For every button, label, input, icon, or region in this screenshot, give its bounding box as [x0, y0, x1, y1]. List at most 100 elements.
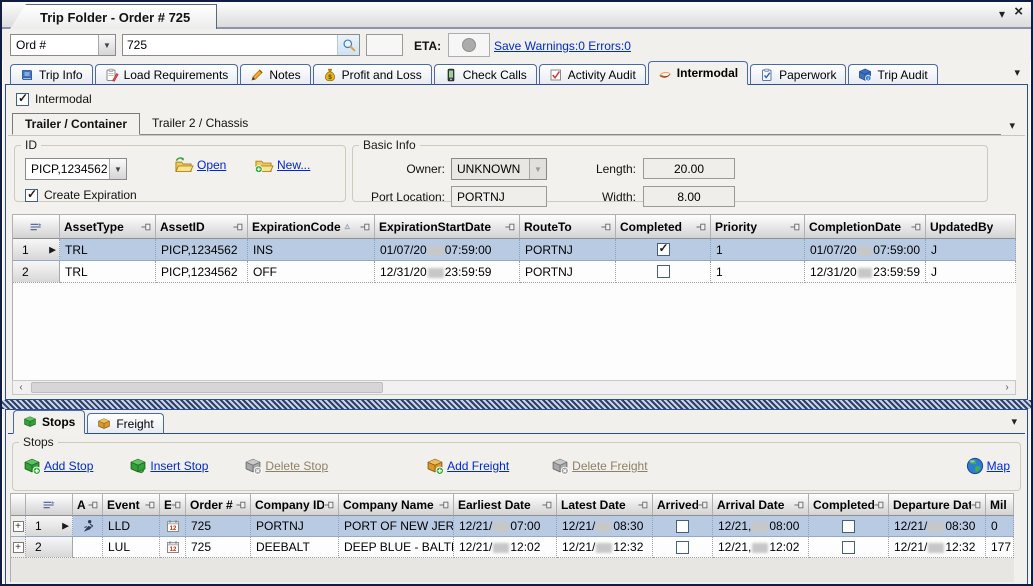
column-header-mil[interactable]: Mil	[986, 494, 1014, 516]
window-title-tab[interactable]: Trip Folder - Order # 725	[10, 4, 217, 29]
new-link[interactable]: New...	[277, 158, 310, 172]
pin-icon[interactable]	[696, 222, 706, 232]
pin-icon[interactable]	[874, 500, 884, 510]
intermodal-checkbox-row[interactable]: Intermodal	[16, 92, 92, 106]
column-header-e[interactable]: E	[160, 494, 186, 516]
column-header-priority[interactable]: Priority	[711, 215, 805, 239]
tab-activity-audit[interactable]: Activity Audit	[539, 64, 646, 85]
column-header-a[interactable]: A	[73, 494, 103, 516]
add-stop-link[interactable]: Add Stop	[44, 459, 93, 473]
completed-checkbox[interactable]	[657, 243, 670, 256]
scrollbar-thumb[interactable]	[31, 382, 383, 393]
order-number-input[interactable]	[123, 35, 337, 55]
chevron-down-icon[interactable]: ▼	[109, 159, 126, 179]
tab-overflow-icon[interactable]: ▾	[1011, 415, 1017, 428]
tab-stops[interactable]: Stops	[13, 410, 85, 434]
owner-select[interactable]: UNKNOWN ▼	[451, 158, 547, 180]
pin-icon[interactable]	[638, 500, 648, 510]
pin-icon[interactable]	[236, 500, 246, 510]
column-header-latest-date[interactable]: Latest Date	[557, 494, 653, 516]
tab-freight[interactable]: Freight	[87, 413, 163, 434]
column-header-expirationcode[interactable]: ExpirationCode▵	[248, 215, 375, 239]
tab-paperwork[interactable]: Paperwork	[750, 64, 846, 85]
search-button[interactable]	[337, 35, 359, 55]
column-header-company-name[interactable]: Company Name	[339, 494, 454, 516]
completed-checkbox[interactable]	[842, 541, 855, 554]
table-row[interactable]: +1▶LLD12725PORTNJPORT OF NEW JERSY12/21/…	[11, 516, 1014, 537]
horizontal-scrollbar[interactable]: ‹ ›	[12, 380, 1016, 395]
add-stop-button[interactable]: Add Stop	[23, 457, 93, 475]
column-header-routeto[interactable]: RouteTo	[520, 215, 616, 239]
scroll-right-icon[interactable]: ›	[999, 381, 1015, 394]
open-link[interactable]: Open	[197, 158, 226, 172]
add-freight-button[interactable]: Add Freight	[426, 457, 509, 475]
port-location-field[interactable]: PORTNJ	[451, 186, 547, 207]
pin-icon[interactable]	[542, 500, 552, 510]
pin-icon[interactable]	[505, 222, 515, 232]
completed-checkbox[interactable]	[842, 520, 855, 533]
column-header-completed[interactable]: Completed	[809, 494, 889, 516]
pin-icon[interactable]	[145, 500, 155, 510]
grid-corner-header[interactable]	[13, 215, 60, 239]
table-row[interactable]: +2LUL12725DEEBALTDEEP BLUE - BALTI...12/…	[11, 537, 1014, 558]
tab-load-requirements[interactable]: Load Requirements	[95, 64, 239, 85]
container-id-select[interactable]: PICP,1234562 ▼	[25, 158, 127, 180]
pin-icon[interactable]	[971, 500, 981, 510]
column-header-assetid[interactable]: AssetID	[156, 215, 248, 239]
map-link[interactable]: Map	[987, 459, 1010, 473]
row-selector[interactable]: 1▶	[13, 239, 60, 261]
grid-corner-header[interactable]	[26, 494, 73, 516]
width-field[interactable]: 8.00	[643, 186, 735, 207]
scroll-left-icon[interactable]: ‹	[13, 381, 29, 394]
window-menu-icon[interactable]: ▾	[999, 7, 1005, 21]
table-row[interactable]: 2TRLPICP,1234562OFF12/31/20 23:59:59PORT…	[13, 261, 1016, 283]
tab-notes[interactable]: Notes	[240, 64, 310, 85]
tab-trailer-2-chassis[interactable]: Trailer 2 / Chassis	[140, 113, 260, 135]
create-expiration-row[interactable]: Create Expiration	[25, 188, 137, 202]
tab-profit-and-loss[interactable]: $Profit and Loss	[313, 64, 432, 85]
insert-stop-link[interactable]: Insert Stop	[150, 459, 208, 473]
column-header-earliest-date[interactable]: Earliest Date	[454, 494, 557, 516]
arrived-checkbox[interactable]	[676, 520, 689, 533]
pin-icon[interactable]	[601, 222, 611, 232]
tab-trailer-container[interactable]: Trailer / Container	[12, 113, 140, 135]
length-field[interactable]: 20.00	[643, 158, 735, 179]
table-row[interactable]: 1▶TRLPICP,1234562INS01/07/20 07:59:00POR…	[13, 239, 1016, 261]
column-header-event[interactable]: Event	[103, 494, 160, 516]
column-header-arrived[interactable]: Arrived	[653, 494, 713, 516]
pin-icon[interactable]	[911, 222, 921, 232]
tab-trip-info[interactable]: Trip Info	[10, 64, 93, 85]
tab-overflow-icon[interactable]: ▾	[1014, 66, 1020, 79]
pin-icon[interactable]	[794, 500, 804, 510]
row-selector[interactable]: 2	[13, 261, 60, 283]
pin-icon[interactable]	[790, 222, 800, 232]
close-icon[interactable]: ×	[1014, 5, 1023, 19]
pin-icon[interactable]	[141, 222, 151, 232]
expand-row-icon[interactable]: +	[13, 521, 24, 532]
column-header-completed[interactable]: Completed	[616, 215, 711, 239]
tab-trip-audit[interactable]: iTrip Audit	[848, 64, 937, 85]
column-header-completiondate[interactable]: CompletionDate	[805, 215, 926, 239]
create-expiration-checkbox[interactable]	[25, 189, 38, 202]
pin-icon[interactable]	[324, 500, 334, 510]
tab-intermodal[interactable]: Intermodal	[648, 61, 748, 85]
tab-check-calls[interactable]: Check Calls	[434, 64, 537, 85]
column-header-updatedby[interactable]: UpdatedBy	[926, 215, 1016, 239]
pin-icon[interactable]	[360, 222, 370, 232]
column-header-assettype[interactable]: AssetType	[60, 215, 156, 239]
intermodal-checkbox[interactable]	[16, 93, 29, 106]
row-selector[interactable]: 1▶	[26, 516, 73, 537]
column-header-expirationstartdate[interactable]: ExpirationStartDate	[375, 215, 520, 239]
map-button[interactable]: Map	[966, 457, 1010, 475]
row-selector[interactable]: 2	[26, 537, 73, 558]
pin-icon[interactable]	[171, 500, 181, 510]
pin-icon[interactable]	[233, 222, 243, 232]
pane-splitter[interactable]	[2, 400, 1031, 409]
insert-stop-button[interactable]: Insert Stop	[129, 457, 208, 475]
save-warnings-link[interactable]: Save Warnings:0 Errors:0	[494, 39, 631, 53]
pin-icon[interactable]	[88, 500, 98, 510]
pin-icon[interactable]	[698, 500, 708, 510]
arrived-checkbox[interactable]	[676, 541, 689, 554]
completed-checkbox[interactable]	[657, 265, 670, 278]
chevron-down-icon[interactable]: ▼	[98, 35, 115, 55]
